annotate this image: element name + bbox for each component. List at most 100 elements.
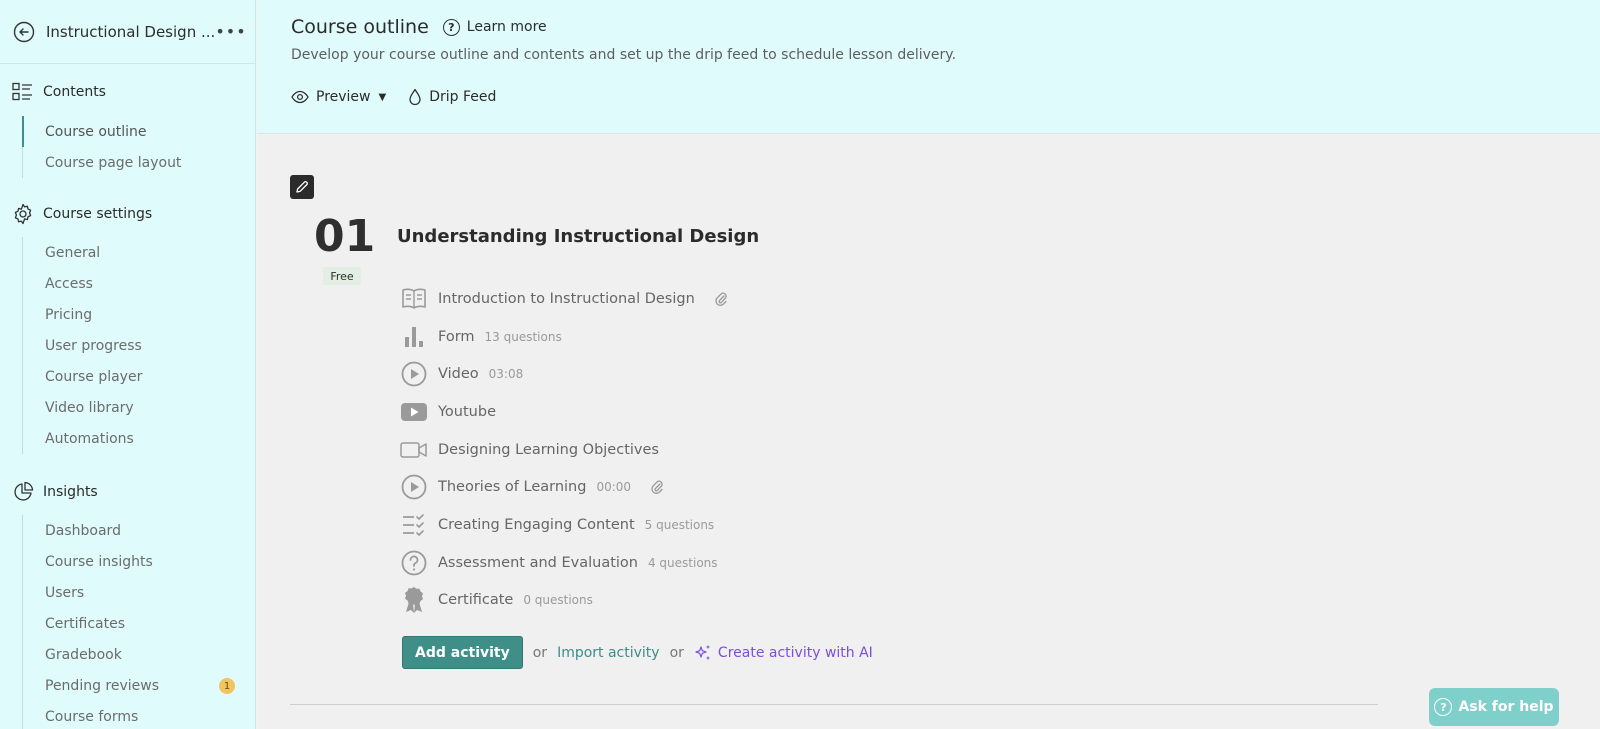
sidebar-section-label: Contents <box>43 84 106 100</box>
activity-item[interactable]: Youtube <box>400 393 727 431</box>
activity-item[interactable]: Assessment and Evaluation 4 questions <box>400 544 727 582</box>
sidebar-item-course-insights[interactable]: Course insights <box>23 546 255 577</box>
activity-item[interactable]: Introduction to Instructional Design <box>400 280 727 318</box>
list-icon <box>12 81 34 103</box>
sidebar: Instructional Design ... ••• Contents Co… <box>0 0 256 729</box>
sidebar-item-pending-reviews[interactable]: Pending reviews 1 <box>23 670 255 701</box>
sidebar-item-user-progress[interactable]: User progress <box>23 330 255 361</box>
ask-for-help-button[interactable]: ? Ask for help <box>1429 688 1559 726</box>
preview-dropdown[interactable]: Preview ▼ <box>291 89 386 105</box>
bar-chart-icon <box>400 323 428 351</box>
video-camera-icon <box>400 436 428 464</box>
contents-list: Course outline Course page layout <box>22 116 255 178</box>
create-activity-ai-link[interactable]: Create activity with AI <box>694 644 873 662</box>
book-icon <box>400 285 428 313</box>
drip-feed-button[interactable]: Drip Feed <box>408 88 496 106</box>
preview-label: Preview <box>316 89 371 105</box>
sidebar-item-pricing[interactable]: Pricing <box>23 299 255 330</box>
sidebar-item-certificates[interactable]: Certificates <box>23 608 255 639</box>
sidebar-item-course-outline[interactable]: Course outline <box>22 116 255 147</box>
activity-item[interactable]: Certificate 0 questions <box>400 582 727 620</box>
activity-item[interactable]: Theories of Learning 00:00 <box>400 468 727 506</box>
ask-for-help-label: Ask for help <box>1458 699 1554 715</box>
add-activity-row: Add activity or Import activity or Creat… <box>402 636 873 669</box>
page-title: Course outline <box>291 16 429 38</box>
eye-icon <box>291 90 309 104</box>
paperclip-icon <box>715 291 727 307</box>
sparkle-icon <box>695 644 710 660</box>
back-arrow-icon[interactable] <box>12 20 36 44</box>
more-options-icon[interactable]: ••• <box>215 22 245 41</box>
import-activity-link[interactable]: Import activity <box>557 645 660 661</box>
sidebar-item-general[interactable]: General <box>23 237 255 268</box>
learn-more-link[interactable]: ? Learn more <box>442 18 547 36</box>
sidebar-item-gradebook[interactable]: Gradebook <box>23 639 255 670</box>
activity-label: Creating Engaging Content <box>438 516 635 533</box>
insights-list: Dashboard Course insights Users Certific… <box>22 515 255 729</box>
pencil-icon <box>296 181 308 193</box>
sidebar-item-course-player[interactable]: Course player <box>23 361 255 392</box>
sidebar-item-automations[interactable]: Automations <box>23 423 255 454</box>
edit-lesson-button[interactable] <box>290 175 314 199</box>
youtube-icon <box>400 398 428 426</box>
activity-meta: 13 questions <box>484 329 562 344</box>
or-text: or <box>669 644 684 661</box>
play-circle-icon <box>400 473 428 501</box>
activity-meta: 00:00 <box>596 480 632 495</box>
learn-more-label: Learn more <box>466 19 547 35</box>
gear-icon <box>12 203 34 225</box>
drip-feed-label: Drip Feed <box>429 89 497 105</box>
free-badge: Free <box>323 267 361 285</box>
question-circle-icon: ? <box>442 18 460 36</box>
award-icon <box>400 586 428 614</box>
section-divider <box>290 704 1378 705</box>
settings-list: General Access Pricing User progress Cou… <box>22 237 255 454</box>
activity-label: Form <box>438 328 475 345</box>
paperclip-icon <box>651 479 663 495</box>
activity-item[interactable]: Creating Engaging Content 5 questions <box>400 506 727 544</box>
sidebar-section-contents: Contents <box>0 78 255 106</box>
page-description: Develop your course outline and contents… <box>291 47 957 63</box>
or-text: or <box>532 644 548 661</box>
sidebar-item-users[interactable]: Users <box>23 577 255 608</box>
course-title: Instructional Design ... <box>46 22 216 41</box>
sidebar-item-label: Pending reviews <box>45 677 160 694</box>
question-circle-icon: ? <box>1434 698 1453 716</box>
activity-meta: 0 questions <box>523 593 593 608</box>
sidebar-item-course-page-layout[interactable]: Course page layout <box>23 147 255 178</box>
page-header: Course outline ? Learn more Develop your… <box>257 0 1600 134</box>
sidebar-header: Instructional Design ... ••• <box>0 0 255 64</box>
lesson-title[interactable]: Understanding Instructional Design <box>397 226 759 247</box>
title-row: Course outline ? Learn more <box>291 16 547 38</box>
pending-count-badge: 1 <box>219 678 235 694</box>
sidebar-section-label: Course settings <box>43 206 153 222</box>
activity-meta: 03:08 <box>488 367 524 382</box>
lesson-number: 01 <box>314 211 376 262</box>
activity-label: Designing Learning Objectives <box>438 441 659 458</box>
sidebar-item-dashboard[interactable]: Dashboard <box>23 515 255 546</box>
activity-label: Youtube <box>438 403 496 420</box>
checklist-icon <box>400 511 428 539</box>
question-circle-icon <box>400 549 428 577</box>
activity-label: Certificate <box>438 592 514 609</box>
activity-label: Theories of Learning <box>438 479 587 496</box>
activity-label: Assessment and Evaluation <box>438 554 638 571</box>
sidebar-section-course-settings: Course settings <box>0 200 255 228</box>
activity-item[interactable]: Designing Learning Objectives <box>400 431 727 469</box>
sidebar-item-course-forms[interactable]: Course forms <box>23 701 255 729</box>
main-content: 01 Free Understanding Instructional Desi… <box>257 135 1600 729</box>
play-circle-icon <box>400 360 428 388</box>
activity-list: Introduction to Instructional Design For… <box>400 280 727 619</box>
create-ai-label: Create activity with AI <box>717 644 873 661</box>
activity-item[interactable]: Form 13 questions <box>400 318 727 356</box>
caret-down-icon: ▼ <box>378 91 387 103</box>
sidebar-section-label: Insights <box>43 484 98 500</box>
add-activity-button[interactable]: Add activity <box>402 636 523 669</box>
activity-item[interactable]: Video 03:08 <box>400 355 727 393</box>
activity-meta: 5 questions <box>644 517 715 532</box>
activity-label: Introduction to Instructional Design <box>438 290 695 307</box>
activity-meta: 4 questions <box>647 555 718 570</box>
pie-chart-icon <box>12 481 34 503</box>
sidebar-item-access[interactable]: Access <box>23 268 255 299</box>
sidebar-item-video-library[interactable]: Video library <box>23 392 255 423</box>
